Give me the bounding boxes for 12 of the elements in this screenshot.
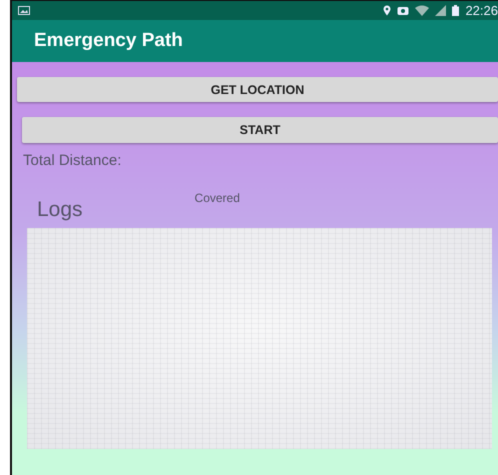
start-button[interactable]: START bbox=[22, 117, 498, 143]
covered-label: Covered bbox=[194, 191, 240, 205]
location-pin-icon bbox=[383, 5, 392, 16]
app-title: Emergency Path bbox=[34, 30, 183, 52]
wifi-icon bbox=[415, 5, 430, 16]
signal-icon bbox=[435, 5, 446, 16]
battery-icon bbox=[452, 5, 460, 16]
logs-heading: Logs bbox=[37, 198, 83, 222]
status-time: 22:26 bbox=[465, 3, 498, 18]
image-icon bbox=[18, 6, 30, 15]
get-location-button[interactable]: GET LOCATION bbox=[17, 77, 498, 102]
total-distance-label: Total Distance: bbox=[23, 152, 122, 169]
